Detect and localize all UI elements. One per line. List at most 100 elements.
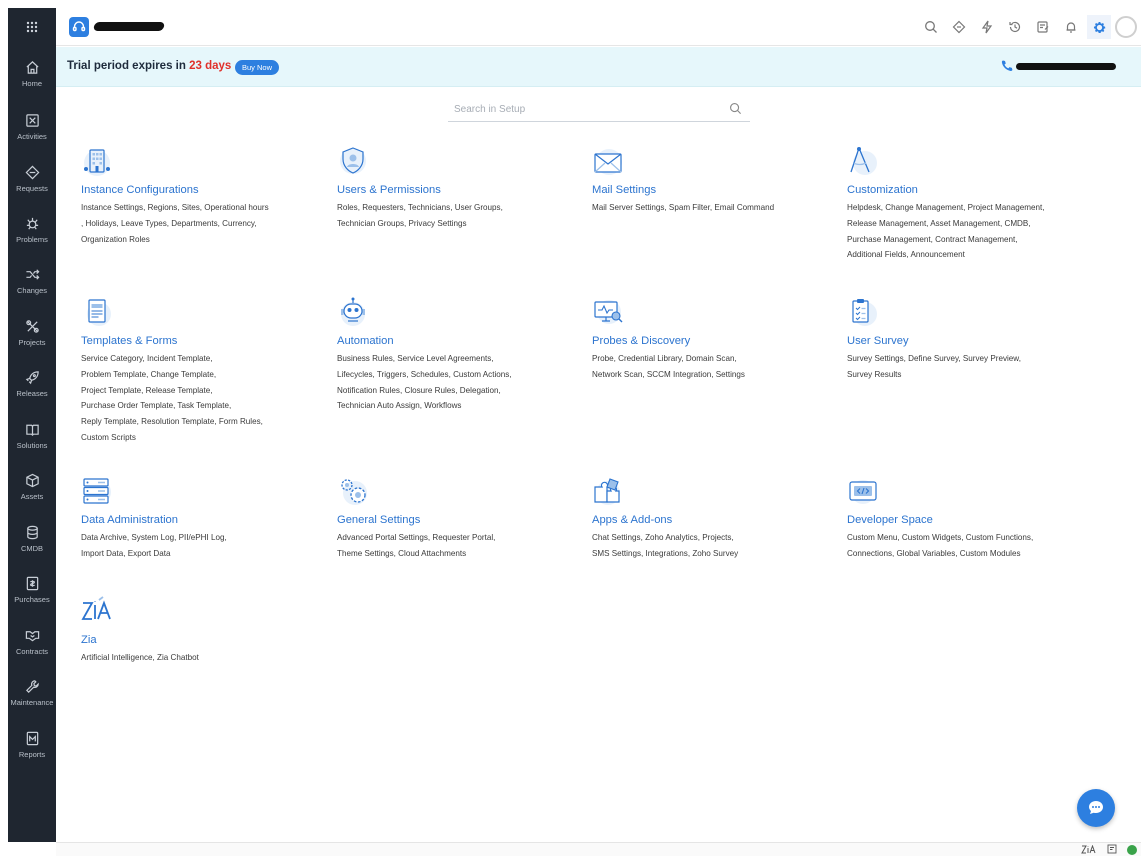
search-icon[interactable] — [919, 15, 943, 39]
setup-link-line[interactable]: Network Scan, SCCM Integration, Settings — [592, 367, 837, 383]
keyboard-shortcut-icon[interactable] — [947, 15, 971, 39]
setup-link-line[interactable]: Reply Template, Resolution Template, For… — [81, 414, 326, 430]
setup-link-line[interactable]: Mail Server Settings, Spam Filter, Email… — [592, 200, 837, 216]
setup-link-line[interactable]: Purchase Management, Contract Management… — [847, 232, 1092, 248]
buy-now-button[interactable]: Buy Now — [235, 60, 280, 75]
setup-card-links: Instance Settings, Regions, Sites, Opera… — [81, 200, 326, 247]
notification-icon[interactable] — [1059, 15, 1083, 39]
sidebar-item-projects[interactable]: Projects — [8, 308, 56, 358]
sidebar-item-requests[interactable]: Requests — [8, 154, 56, 204]
setup-link-line[interactable]: Purchase Order Template, Task Template, — [81, 398, 326, 414]
sidebar-item-purchases[interactable]: Purchases — [8, 565, 56, 615]
notes-icon[interactable] — [1031, 15, 1055, 39]
phone-icon[interactable] — [1000, 59, 1014, 78]
setup-card-title[interactable]: Customization — [847, 184, 1092, 196]
setup-link-line[interactable]: Data Archive, System Log, PII/ePHI Log, — [81, 530, 326, 546]
sidebar-item-releases[interactable]: Releases — [8, 359, 56, 409]
setup-link-line[interactable]: Custom Menu, Custom Widgets, Custom Func… — [847, 530, 1092, 546]
building-icon — [84, 149, 110, 176]
chat-bubble-icon — [1089, 801, 1103, 814]
search-input[interactable] — [448, 98, 718, 120]
setup-link-line[interactable]: Custom Scripts — [81, 430, 326, 446]
setup-card-title[interactable]: Data Administration — [81, 514, 326, 526]
product-logo-icon[interactable] — [69, 17, 89, 37]
setup-link-line[interactable]: Service Category, Incident Template, — [81, 351, 326, 367]
sidebar-item-label: Maintenance — [10, 698, 54, 707]
setup-link-line[interactable]: Advanced Portal Settings, Requester Port… — [337, 530, 582, 546]
setup-link-line[interactable]: Project Template, Release Template, — [81, 383, 326, 399]
quick-actions-icon[interactable] — [975, 15, 999, 39]
trial-prefix: Trial period expires in — [67, 60, 186, 72]
setup-link-line[interactable]: Organization Roles — [81, 232, 326, 248]
setup-card-general-settings: General Settings Advanced Portal Setting… — [337, 475, 582, 562]
chat-button[interactable] — [1077, 789, 1115, 827]
setup-card-title[interactable]: Users & Permissions — [337, 184, 582, 196]
setup-card-title[interactable]: Developer Space — [847, 514, 1092, 526]
maintenance-icon — [25, 680, 39, 693]
setup-link-line[interactable]: Probe, Credential Library, Domain Scan, — [592, 351, 837, 367]
bottom-status-bar — [56, 842, 1141, 856]
setup-link-line[interactable]: Roles, Requesters, Technicians, User Gro… — [337, 200, 582, 216]
setup-link-line[interactable]: Technician Groups, Privacy Settings — [337, 216, 582, 232]
setup-card-title[interactable]: Mail Settings — [592, 184, 837, 196]
setup-card-title[interactable]: Instance Configurations — [81, 184, 326, 196]
setup-link-line[interactable]: Artificial Intelligence, Zia Chatbot — [81, 650, 326, 666]
sidebar-item-reports[interactable]: Reports — [8, 720, 56, 770]
sidebar-item-home[interactable]: Home — [8, 49, 56, 99]
sidebar-item-label: Projects — [18, 338, 46, 347]
zia-icon[interactable] — [1081, 844, 1097, 856]
setup-link-line[interactable]: Lifecycles, Triggers, Schedules, Custom … — [337, 367, 582, 383]
user-shield-icon — [340, 147, 366, 174]
status-online-icon[interactable] — [1127, 845, 1137, 855]
envelope-icon — [594, 149, 622, 175]
changes-icon — [25, 269, 39, 280]
history-icon[interactable] — [1003, 15, 1027, 39]
setup-link-line[interactable]: Helpdesk, Change Management, Project Man… — [847, 200, 1092, 216]
setup-link-line[interactable]: Connections, Global Variables, Custom Mo… — [847, 546, 1092, 562]
setup-link-line[interactable]: Technician Auto Assign, Workflows — [337, 398, 582, 414]
sidebar-item-problems[interactable]: Problems — [8, 205, 56, 255]
setup-card-title[interactable]: General Settings — [337, 514, 582, 526]
setup-card-title[interactable]: Automation — [337, 335, 582, 347]
sidebar-item-label: Activities — [17, 132, 47, 141]
clipboard-icon — [852, 299, 877, 326]
setup-card-instance-configurations: Instance Configurations Instance Setting… — [81, 145, 326, 247]
sidebar-item-solutions[interactable]: Solutions — [8, 411, 56, 461]
setup-card-users-permissions: Users & Permissions Roles, Requesters, T… — [337, 145, 582, 232]
compass-icon — [850, 147, 877, 175]
search-icon[interactable] — [729, 102, 742, 120]
setup-link-line[interactable]: Theme Settings, Cloud Attachments — [337, 546, 582, 562]
setup-card-title[interactable]: Templates & Forms — [81, 335, 326, 347]
user-avatar[interactable] — [1115, 16, 1137, 38]
setup-card-title[interactable]: Probes & Discovery — [592, 335, 837, 347]
gears-icon — [341, 479, 367, 505]
setup-link-line[interactable]: Instance Settings, Regions, Sites, Opera… — [81, 200, 326, 216]
setup-link-line[interactable]: Survey Results — [847, 367, 1092, 383]
sidebar-item-activities[interactable]: Activities — [8, 102, 56, 152]
sidebar-item-changes[interactable]: Changes — [8, 256, 56, 306]
setup-card-links: Mail Server Settings, Spam Filter, Email… — [592, 200, 837, 216]
setup-card-title[interactable]: User Survey — [847, 335, 1092, 347]
notes-icon[interactable] — [1107, 844, 1117, 856]
setup-link-line[interactable]: , Holidays, Leave Types, Departments, Cu… — [81, 216, 326, 232]
sidebar-item-label: Solutions — [16, 441, 48, 450]
setup-card-title[interactable]: Zia — [81, 634, 326, 646]
setup-link-line[interactable]: Notification Rules, Closure Rules, Deleg… — [337, 383, 582, 399]
setup-card-templates-forms: Templates & Forms Service Category, Inci… — [81, 296, 326, 446]
setup-link-line[interactable]: Import Data, Export Data — [81, 546, 326, 562]
setup-link-line[interactable]: Release Management, Asset Management, CM… — [847, 216, 1092, 232]
app-switcher-icon[interactable] — [8, 8, 56, 46]
setup-card-title[interactable]: Apps & Add-ons — [592, 514, 837, 526]
sidebar-item-maintenance[interactable]: Maintenance — [8, 668, 56, 718]
setup-link-line[interactable]: Additional Fields, Announcement — [847, 247, 1092, 263]
setup-link-line[interactable]: Problem Template, Change Template, — [81, 367, 326, 383]
setup-link-line[interactable]: Business Rules, Service Level Agreements… — [337, 351, 582, 367]
sidebar-item-cmdb[interactable]: CMDB — [8, 514, 56, 564]
setup-link-line[interactable]: Survey Settings, Define Survey, Survey P… — [847, 351, 1092, 367]
setup-link-line[interactable]: Chat Settings, Zoho Analytics, Projects, — [592, 530, 837, 546]
sidebar-item-contracts[interactable]: Contracts — [8, 617, 56, 667]
setup-gear-icon[interactable] — [1087, 15, 1111, 39]
trial-banner: Trial period expires in 23 days Buy Now — [56, 47, 1141, 87]
sidebar-item-assets[interactable]: Assets — [8, 462, 56, 512]
setup-link-line[interactable]: SMS Settings, Integrations, Zoho Survey — [592, 546, 837, 562]
